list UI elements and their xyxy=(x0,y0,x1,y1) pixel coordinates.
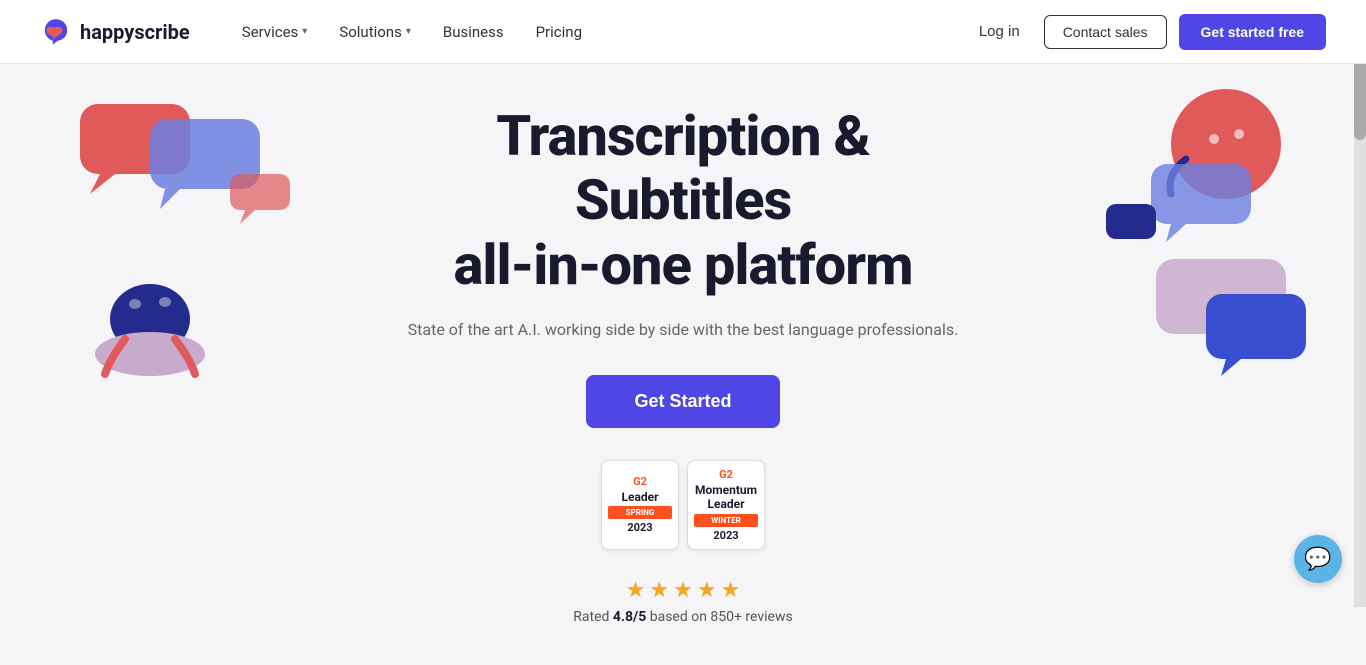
nav-solutions[interactable]: Solutions ▾ xyxy=(327,15,423,49)
login-button[interactable]: Log in xyxy=(967,15,1032,48)
hero-content: Transcription & Subtitles all-in-one pla… xyxy=(383,104,983,625)
chat-button[interactable]: 💬 xyxy=(1294,535,1342,583)
contact-sales-button[interactable]: Contact sales xyxy=(1044,15,1167,49)
star-2: ★ xyxy=(649,578,669,603)
star-1: ★ xyxy=(626,578,646,603)
nav-pricing[interactable]: Pricing xyxy=(524,15,594,49)
brand-name: happyscribe xyxy=(80,20,190,44)
badges-container: G2 Leader SPRING 2023 G2 Momentum Leader… xyxy=(383,460,983,550)
nav-business[interactable]: Business xyxy=(431,15,516,49)
hero-title: Transcription & Subtitles all-in-one pla… xyxy=(383,104,983,297)
stars-display: ★ ★ ★ ★ ★ xyxy=(626,578,741,603)
star-4: ★ xyxy=(697,578,717,603)
rating-text: Rated 4.8/5 based on 850+ reviews xyxy=(573,609,792,625)
get-started-hero-button[interactable]: Get Started xyxy=(586,375,779,428)
navbar: happyscribe Services ▾ Solutions ▾ Busin… xyxy=(0,0,1366,64)
navbar-actions: Log in Contact sales Get started free xyxy=(967,14,1326,50)
solutions-chevron-icon: ▾ xyxy=(406,26,411,37)
chat-icon: 💬 xyxy=(1304,547,1331,572)
services-chevron-icon: ▾ xyxy=(302,26,307,37)
hero-subtitle: State of the art A.I. working side by si… xyxy=(383,317,983,343)
nav-services[interactable]: Services ▾ xyxy=(230,15,320,49)
star-5-half: ★ xyxy=(721,578,741,603)
nav-links: Services ▾ Solutions ▾ Business Pricing xyxy=(230,15,967,49)
hero-section: Transcription & Subtitles all-in-one pla… xyxy=(0,64,1366,665)
stars-rating-section: ★ ★ ★ ★ ★ Rated 4.8/5 based on 850+ revi… xyxy=(383,578,983,625)
logo-link[interactable]: happyscribe xyxy=(40,16,190,48)
star-3: ★ xyxy=(673,578,693,603)
logo-icon xyxy=(40,16,72,48)
left-illustration xyxy=(50,64,310,404)
get-started-nav-button[interactable]: Get started free xyxy=(1179,14,1326,50)
right-illustration xyxy=(1096,64,1316,384)
badge-momentum-leader: G2 Momentum Leader WINTER 2023 xyxy=(687,460,765,550)
badge-leader: G2 Leader SPRING 2023 xyxy=(601,460,679,550)
rating-score: 4.8/5 xyxy=(613,609,646,625)
scrollbar[interactable] xyxy=(1354,0,1366,607)
